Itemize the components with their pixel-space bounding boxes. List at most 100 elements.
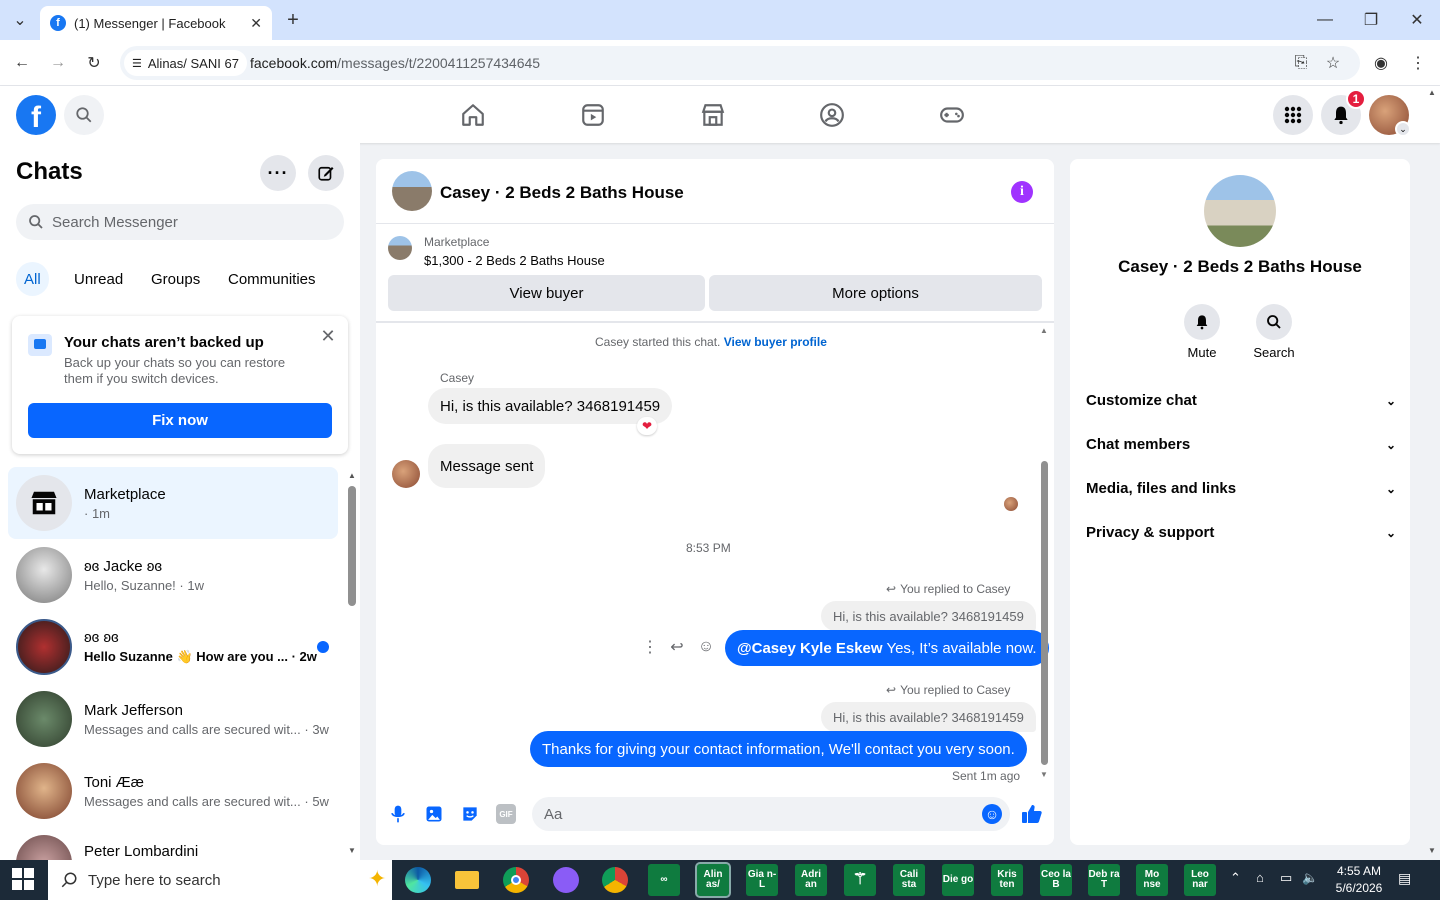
search-in-chat-button[interactable] <box>1256 304 1292 340</box>
chat-row-toni[interactable]: Toni Ææ Messages and calls are secured w… <box>8 755 338 827</box>
notification-center-icon[interactable]: ▤ <box>1398 870 1411 887</box>
like-button[interactable] <box>1020 802 1044 826</box>
conversation-avatar[interactable] <box>392 171 432 211</box>
filter-communities[interactable]: Communities <box>220 262 324 296</box>
incoming-message[interactable]: Message sent <box>428 444 546 488</box>
close-window-button[interactable]: ✕ <box>1406 8 1428 32</box>
menu-grid-button[interactable] <box>1273 95 1313 135</box>
start-button[interactable] <box>12 868 36 892</box>
close-tab-icon[interactable]: ✕ <box>250 15 262 32</box>
view-buyer-profile-link[interactable]: View buyer profile <box>724 335 827 349</box>
reply-icon[interactable]: ↩ <box>667 637 687 657</box>
voice-clip-button[interactable] <box>388 804 408 824</box>
site-info-chip[interactable]: ☰ Alinas/ SANI 67 <box>124 50 247 76</box>
install-app-icon[interactable]: ⎘ <box>1290 52 1312 74</box>
page-scroll-up[interactable]: ▲ <box>1428 88 1438 97</box>
listing-title[interactable]: $1,300 - 2 Beds 2 Baths House <box>424 253 605 268</box>
chat-info-avatar[interactable] <box>1204 175 1276 247</box>
mention[interactable]: @Casey Kyle Eskew <box>737 640 883 657</box>
fix-now-button[interactable]: Fix now <box>28 403 332 438</box>
chat-list-scrollbar[interactable] <box>348 486 356 606</box>
chat-row-jacke[interactable]: ʚɞ Jacke ʚɞ Hello, Suzanne! · 1w <box>8 539 338 611</box>
marketplace-nav-tab[interactable] <box>698 100 728 130</box>
chrome-icon[interactable] <box>500 864 532 896</box>
heart-reaction-icon[interactable]: ❤ <box>637 417 657 435</box>
profile-icon[interactable]: ◉ <box>1370 52 1392 74</box>
bookmark-star-icon[interactable]: ☆ <box>1322 52 1344 74</box>
messages-scrollbar[interactable] <box>1041 461 1048 765</box>
new-message-button[interactable] <box>308 155 344 191</box>
reload-button[interactable]: ↻ <box>82 51 106 75</box>
outgoing-message[interactable]: @Casey Kyle Eskew Yes, It’s available no… <box>725 630 1049 666</box>
conversation-title[interactable]: Casey · 2 Beds 2 Baths House <box>440 183 684 203</box>
page-scroll-down[interactable]: ▼ <box>1428 846 1438 855</box>
display-icon[interactable]: ▭ <box>1280 870 1292 886</box>
scroll-down-arrow[interactable]: ▼ <box>348 846 356 855</box>
taskbar-app[interactable]: Cali sta <box>893 864 925 896</box>
more-options-button[interactable]: More options <box>709 275 1042 311</box>
forward-button[interactable]: → <box>46 51 70 75</box>
taskbar-clock[interactable]: 4:55 AM 5/6/2026 <box>1326 863 1392 897</box>
taskbar-app[interactable]: Kris ten <box>991 864 1023 896</box>
volume-icon[interactable]: 🔈 <box>1302 870 1318 886</box>
url-text[interactable]: facebook.com/messages/t/2200411257434645 <box>250 55 540 71</box>
facebook-search-button[interactable] <box>64 95 104 135</box>
taskbar-app[interactable]: Alin as/ <box>695 862 731 898</box>
search-messenger-input[interactable]: Search Messenger <box>16 204 344 240</box>
media-files-links-section[interactable]: Media, files and links ⌄ <box>1086 480 1396 497</box>
browser-menu-icon[interactable]: ⋮ <box>1408 52 1428 74</box>
back-button[interactable]: ← <box>10 51 34 75</box>
view-buyer-button[interactable]: View buyer <box>388 275 705 311</box>
chat-row-unread[interactable]: ʚɞ ʚɞ Hello Suzanne 👋 How are you ... · … <box>8 611 338 683</box>
video-nav-tab[interactable] <box>578 100 608 130</box>
taskbar-app[interactable]: Mo nse <box>1136 864 1168 896</box>
browser-tab[interactable]: f (1) Messenger | Facebook ✕ <box>40 6 272 40</box>
quoted-message[interactable]: Hi, is this available? 3468191459 <box>821 601 1036 631</box>
scroll-up-arrow[interactable]: ▲ <box>1040 326 1048 335</box>
emoji-icon[interactable]: ☺ <box>982 804 1002 824</box>
infinity-app-icon[interactable]: ∞ <box>648 864 680 896</box>
taskbar-app-icon[interactable]: ⚚ <box>844 864 876 896</box>
maximize-window-button[interactable]: ❐ <box>1360 8 1382 32</box>
chat-row-peter-lombardini[interactable]: Peter Lombardini <box>8 827 338 860</box>
chat-row-mark-jefferson[interactable]: Mark Jefferson Messages and calls are se… <box>8 683 338 755</box>
more-actions-icon[interactable]: ⋮ <box>642 637 658 657</box>
gif-icon[interactable]: GIF <box>496 804 516 824</box>
new-tab-button[interactable]: + <box>282 8 304 32</box>
home-nav-tab[interactable] <box>458 100 488 130</box>
taskbar-app[interactable]: Leo nar <box>1184 864 1216 896</box>
sticker-button[interactable] <box>460 804 480 824</box>
groups-nav-tab[interactable] <box>817 100 847 130</box>
scroll-up-arrow[interactable]: ▲ <box>348 471 356 480</box>
filter-groups[interactable]: Groups <box>143 262 208 296</box>
message-input[interactable] <box>532 797 1010 831</box>
incoming-message[interactable]: Hi, is this available? 3468191459 <box>428 388 673 424</box>
network-icon[interactable]: ⌂ <box>1256 870 1264 885</box>
chat-row-marketplace[interactable]: Marketplace · 1m <box>8 467 338 539</box>
taskbar-app[interactable]: Die go <box>942 864 974 896</box>
privacy-support-section[interactable]: Privacy & support ⌄ <box>1086 524 1396 541</box>
filter-all[interactable]: All <box>16 262 49 296</box>
gaming-nav-tab[interactable] <box>937 100 967 130</box>
quoted-message[interactable]: Hi, is this available? 3468191459 <box>821 702 1036 732</box>
taskbar-search[interactable]: Type here to search ✦ <box>48 860 392 900</box>
outgoing-message[interactable]: Thanks for giving your contact informati… <box>530 731 1027 767</box>
chat-members-section[interactable]: Chat members ⌄ <box>1086 436 1396 453</box>
edge-icon[interactable] <box>402 864 434 896</box>
show-hidden-icons[interactable]: ⌃ <box>1230 870 1241 886</box>
tab-search-chevron-icon[interactable]: ⌄ <box>8 8 32 32</box>
minimize-window-button[interactable]: — <box>1314 8 1336 32</box>
taskbar-app[interactable]: Adri an <box>795 864 827 896</box>
close-icon[interactable]: ✕ <box>318 326 338 346</box>
chrome-profile-icon[interactable] <box>599 864 631 896</box>
info-icon[interactable]: i <box>1011 181 1033 203</box>
react-smiley-icon[interactable]: ☺ <box>696 637 716 657</box>
facebook-logo[interactable]: f <box>16 95 56 135</box>
taskbar-app[interactable]: Deb ra T <box>1088 864 1120 896</box>
discord-icon[interactable] <box>550 864 582 896</box>
mute-button[interactable] <box>1184 304 1220 340</box>
file-explorer-icon[interactable] <box>451 864 483 896</box>
customize-chat-section[interactable]: Customize chat ⌄ <box>1086 392 1396 409</box>
taskbar-app[interactable]: Gia n-L <box>746 864 778 896</box>
account-chevron-icon[interactable]: ⌄ <box>1395 121 1411 137</box>
